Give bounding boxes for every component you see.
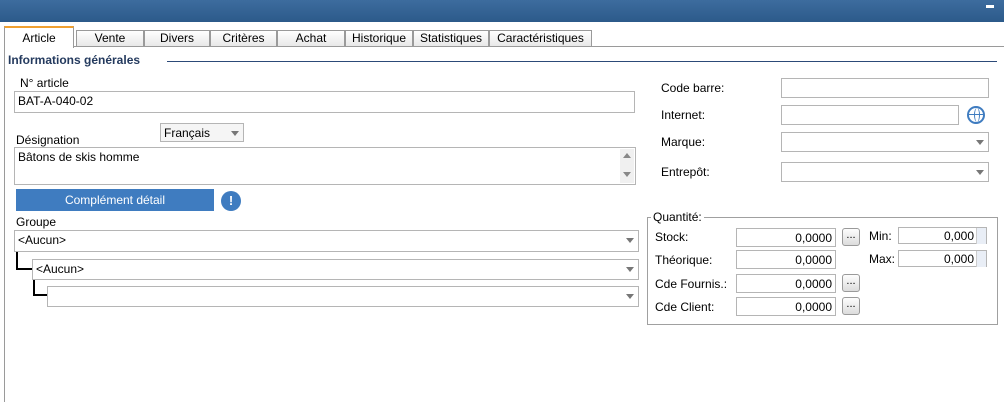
stock-more-button[interactable]: ... (842, 228, 860, 246)
tree-line (16, 268, 32, 270)
tab-caracteristiques[interactable]: Caractéristiques (489, 30, 592, 46)
chevron-down-icon (231, 131, 239, 136)
scroll-up-icon[interactable] (623, 153, 631, 158)
quantite-legend: Quantité: (651, 210, 704, 224)
cde-client-field[interactable]: 0,0000 (736, 297, 836, 316)
globe-icon[interactable] (967, 106, 985, 124)
cde-fournis-field[interactable]: 0,0000 (736, 274, 836, 293)
code-barre-input[interactable] (781, 78, 989, 98)
max-value: 0,000 (943, 252, 974, 266)
groupe-label: Groupe (16, 215, 57, 229)
marque-select[interactable] (781, 132, 989, 152)
marque-label: Marque: (661, 135, 706, 149)
tab-bar: Article Vente Divers Critères Achat Hist… (4, 24, 1004, 48)
internet-label: Internet: (661, 108, 706, 122)
theorique-label: Théorique: (655, 253, 713, 267)
complement-detail-button[interactable]: Complément détail (16, 189, 214, 211)
groupe-level1-select[interactable]: <Aucun> (14, 230, 639, 252)
title-bar (0, 0, 1004, 22)
scroll-down-icon[interactable] (623, 172, 631, 177)
minimize-icon[interactable] (986, 5, 994, 8)
groupe-level2-select[interactable]: <Aucun> (32, 259, 639, 280)
designation-scrollbar[interactable] (620, 149, 634, 183)
groupe-level2-value: <Aucun> (36, 262, 85, 276)
internet-input[interactable] (781, 105, 959, 125)
language-value: Français (164, 126, 211, 140)
cde-client-label: Cde Client: (655, 300, 715, 314)
tab-historique[interactable]: Historique (345, 30, 413, 46)
cde-fournis-more-button[interactable]: ... (842, 274, 860, 292)
max-label: Max: (869, 252, 896, 266)
tab-vente[interactable]: Vente (76, 30, 144, 46)
article-number-label: N° article (20, 76, 69, 90)
tab-achat[interactable]: Achat (277, 30, 345, 46)
cde-fournis-label: Cde Fournis.: (655, 277, 728, 291)
tree-line (33, 294, 47, 296)
designation-textarea[interactable]: Bâtons de skis homme (14, 147, 636, 185)
section-divider (167, 61, 997, 62)
calculator-icon[interactable] (976, 228, 986, 244)
groupe-level1-value: <Aucun> (18, 233, 67, 247)
groupe-level3-select[interactable] (47, 286, 639, 307)
entrepot-label: Entrepôt: (661, 165, 710, 179)
min-value: 0,000 (943, 229, 974, 243)
theorique-field[interactable]: 0,0000 (736, 250, 836, 269)
designation-label: Désignation (16, 133, 80, 147)
tab-statistiques[interactable]: Statistiques (413, 30, 489, 46)
tab-criteres[interactable]: Critères (210, 30, 277, 46)
chevron-down-icon (976, 170, 984, 175)
tab-divers[interactable]: Divers (144, 30, 210, 46)
stock-field[interactable]: 0,0000 (736, 228, 836, 247)
calculator-icon[interactable] (976, 251, 986, 267)
chevron-down-icon (626, 294, 634, 299)
max-field[interactable]: 0,000 (898, 250, 987, 267)
chevron-down-icon (626, 267, 634, 272)
tab-article[interactable]: Article (4, 26, 74, 48)
min-field[interactable]: 0,000 (898, 227, 987, 244)
info-icon[interactable]: ! (221, 191, 241, 211)
designation-value: Bâtons de skis homme (18, 150, 140, 164)
chevron-down-icon (976, 140, 984, 145)
entrepot-select[interactable] (781, 162, 989, 182)
language-select[interactable]: Français (160, 123, 244, 142)
code-barre-label: Code barre: (661, 81, 725, 95)
section-title: Informations générales (8, 53, 141, 67)
cde-client-more-button[interactable]: ... (842, 297, 860, 315)
stock-label: Stock: (655, 230, 689, 244)
chevron-down-icon (626, 238, 634, 243)
min-label: Min: (869, 229, 892, 243)
article-number-input[interactable]: BAT-A-040-02 (14, 91, 635, 113)
